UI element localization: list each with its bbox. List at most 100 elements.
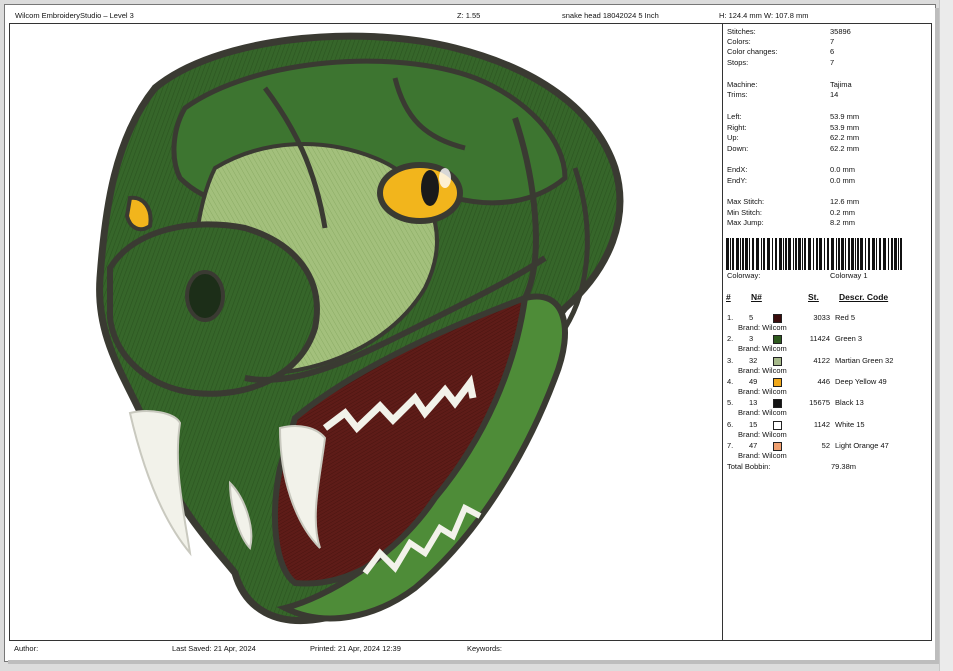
min-stitch-label: Min Stitch: [727, 208, 763, 217]
barcode-bar [824, 238, 825, 270]
barcode-bar [749, 238, 750, 270]
color-swatch [773, 442, 782, 451]
color-swatch [773, 357, 782, 366]
barcode-bar [808, 238, 811, 270]
barcode-bar [855, 238, 856, 270]
color-swatch [773, 421, 782, 430]
color-row-needle: 5 [749, 313, 754, 322]
col-header-index: # [726, 292, 731, 302]
color-swatch [773, 378, 782, 387]
barcode-bar [900, 238, 902, 270]
barcode-bar [745, 238, 748, 270]
color-changes-label: Color changes: [727, 47, 778, 56]
down-value: 62.2 mm [830, 144, 860, 153]
barcode-bar [888, 238, 889, 270]
barcode-bar [868, 238, 870, 270]
right-label: Right: [727, 123, 747, 132]
total-bobbin-label: Total Bobbin: [727, 462, 771, 471]
last-saved: Last Saved: 21 Apr, 2024 [172, 644, 256, 653]
color-row-description: Red 5 [835, 313, 856, 322]
col-header-stitches: St. [808, 292, 819, 302]
color-row-description: Martian Green 32 [835, 356, 894, 365]
left-label: Left: [727, 112, 742, 121]
barcode-bar [763, 238, 765, 270]
panel-divider [722, 23, 723, 640]
stops-value: 7 [830, 58, 835, 67]
barcode-bar [841, 238, 844, 270]
barcode-bar [816, 238, 818, 270]
design-dimensions: H: 124.4 mm W: 107.8 mm [719, 11, 809, 20]
barcode-bar [788, 238, 791, 270]
machine-label: Machine: [727, 80, 758, 89]
barcode-bar [793, 238, 794, 270]
color-changes-value: 6 [830, 47, 835, 56]
barcode-bar [879, 238, 881, 270]
color-row-description: Green 3 [835, 334, 863, 343]
total-bobbin-value: 79.38m [831, 462, 857, 471]
barcode-bar [767, 238, 770, 270]
color-row-brand: Brand: Wilcom [738, 323, 787, 332]
color-row-needle: 47 [749, 441, 758, 450]
snake-head-design [96, 32, 624, 625]
barcode-bar [848, 238, 850, 270]
col-header-needle: N# [751, 292, 762, 302]
barcode-bar [804, 238, 806, 270]
color-row-stitches: 446 [817, 377, 830, 386]
colorway-value: Colorway 1 [830, 271, 868, 280]
colors-value: 7 [830, 37, 835, 46]
color-row-description: Black 13 [835, 398, 864, 407]
color-row-needle: 49 [749, 377, 758, 386]
barcode-bar [732, 238, 734, 270]
color-row-description: White 15 [835, 420, 865, 429]
color-swatch [773, 314, 782, 323]
color-row-index: 5. [727, 398, 734, 407]
colorway-label: Colorway: [727, 271, 761, 280]
vertical-scrollbar[interactable] [939, 0, 953, 671]
color-row-stitches: 15675 [809, 398, 830, 407]
color-row-description: Deep Yellow 49 [835, 377, 887, 386]
barcode-bar [838, 238, 840, 270]
color-swatch [773, 335, 782, 344]
barcode-bar [785, 238, 787, 270]
color-row-needle: 15 [749, 420, 758, 429]
printed-date: Printed: 21 Apr, 2024 12:39 [310, 644, 401, 653]
stitches-value: 35896 [830, 27, 851, 36]
color-row-stitches: 52 [821, 441, 830, 450]
barcode-bar [865, 238, 866, 270]
color-row-stitches: 1142 [813, 420, 830, 429]
endy-value: 0.0 mm [830, 176, 856, 185]
down-label: Down: [727, 144, 749, 153]
color-swatch [773, 399, 782, 408]
barcode-bar [851, 238, 854, 270]
endx-value: 0.0 mm [830, 165, 856, 174]
barcode-bar [742, 238, 744, 270]
color-row-needle: 3 [749, 334, 754, 343]
color-row-stitches: 3033 [813, 313, 830, 322]
color-row-index: 2. [727, 334, 734, 343]
barcode-bar [775, 238, 777, 270]
barcode-bar [845, 238, 846, 270]
up-label: Up: [727, 133, 739, 142]
color-row-needle: 32 [749, 356, 758, 365]
barcode-bar [752, 238, 754, 270]
barcode-bar [860, 238, 863, 270]
barcode-bar [836, 238, 837, 270]
color-row-brand: Brand: Wilcom [738, 430, 787, 439]
color-row-brand: Brand: Wilcom [738, 451, 787, 460]
barcode-bar [883, 238, 886, 270]
trims-value: 14 [830, 90, 839, 99]
barcode-bar [894, 238, 897, 270]
color-row-brand: Brand: Wilcom [738, 387, 787, 396]
trims-label: Trims: [727, 90, 748, 99]
barcode-bar [819, 238, 822, 270]
author-label: Author: [14, 644, 39, 653]
min-stitch-value: 0.2 mm [830, 208, 856, 217]
max-jump-value: 8.2 mm [830, 218, 856, 227]
machine-value: Tajima [830, 80, 852, 89]
color-row-index: 4. [727, 377, 734, 386]
barcode-bar [831, 238, 834, 270]
endx-label: EndX: [727, 165, 748, 174]
left-value: 53.9 mm [830, 112, 860, 121]
file-name: snake head 18042024 5 Inch [562, 11, 659, 20]
colors-label: Colors: [727, 37, 751, 46]
